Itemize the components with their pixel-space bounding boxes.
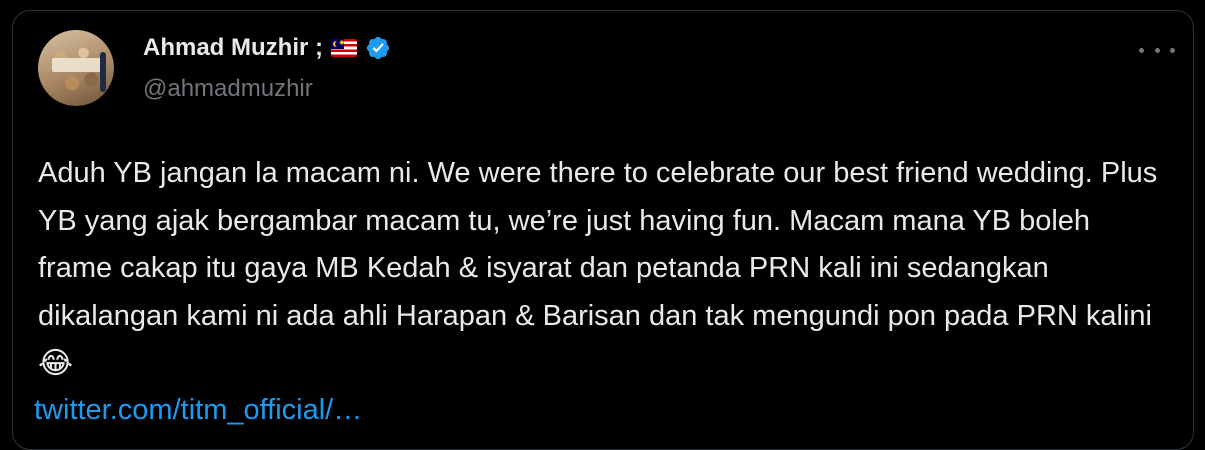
author-display-name[interactable]: Ahmad Muzhir ;	[143, 34, 323, 62]
malaysia-flag-icon: ✸	[331, 39, 357, 57]
more-dot	[1154, 47, 1160, 53]
avatar[interactable]	[38, 30, 114, 106]
author-handle[interactable]: @ahmadmuzhir	[143, 75, 313, 103]
flag-star: ✸	[339, 40, 345, 47]
verified-badge-icon[interactable]	[365, 35, 391, 61]
avatar-figure	[100, 52, 106, 92]
more-options-icon[interactable]	[1139, 38, 1175, 62]
avatar-banner	[52, 58, 102, 72]
more-dot	[1139, 47, 1144, 53]
tweet-link[interactable]: twitter.com/titm_official/…	[34, 387, 362, 434]
tweet-header: Ahmad Muzhir ; ✸ @ahmadmuzhir	[38, 30, 1175, 110]
more-dot	[1170, 47, 1175, 53]
tweet-body: Aduh YB jangan la macam ni. We were ther…	[38, 157, 1158, 332]
laughing-emoji-icon: 😂	[38, 346, 74, 381]
tweet-text: Aduh YB jangan la macam ni. We were ther…	[38, 150, 1168, 389]
author-name-row: Ahmad Muzhir ; ✸	[143, 34, 391, 62]
